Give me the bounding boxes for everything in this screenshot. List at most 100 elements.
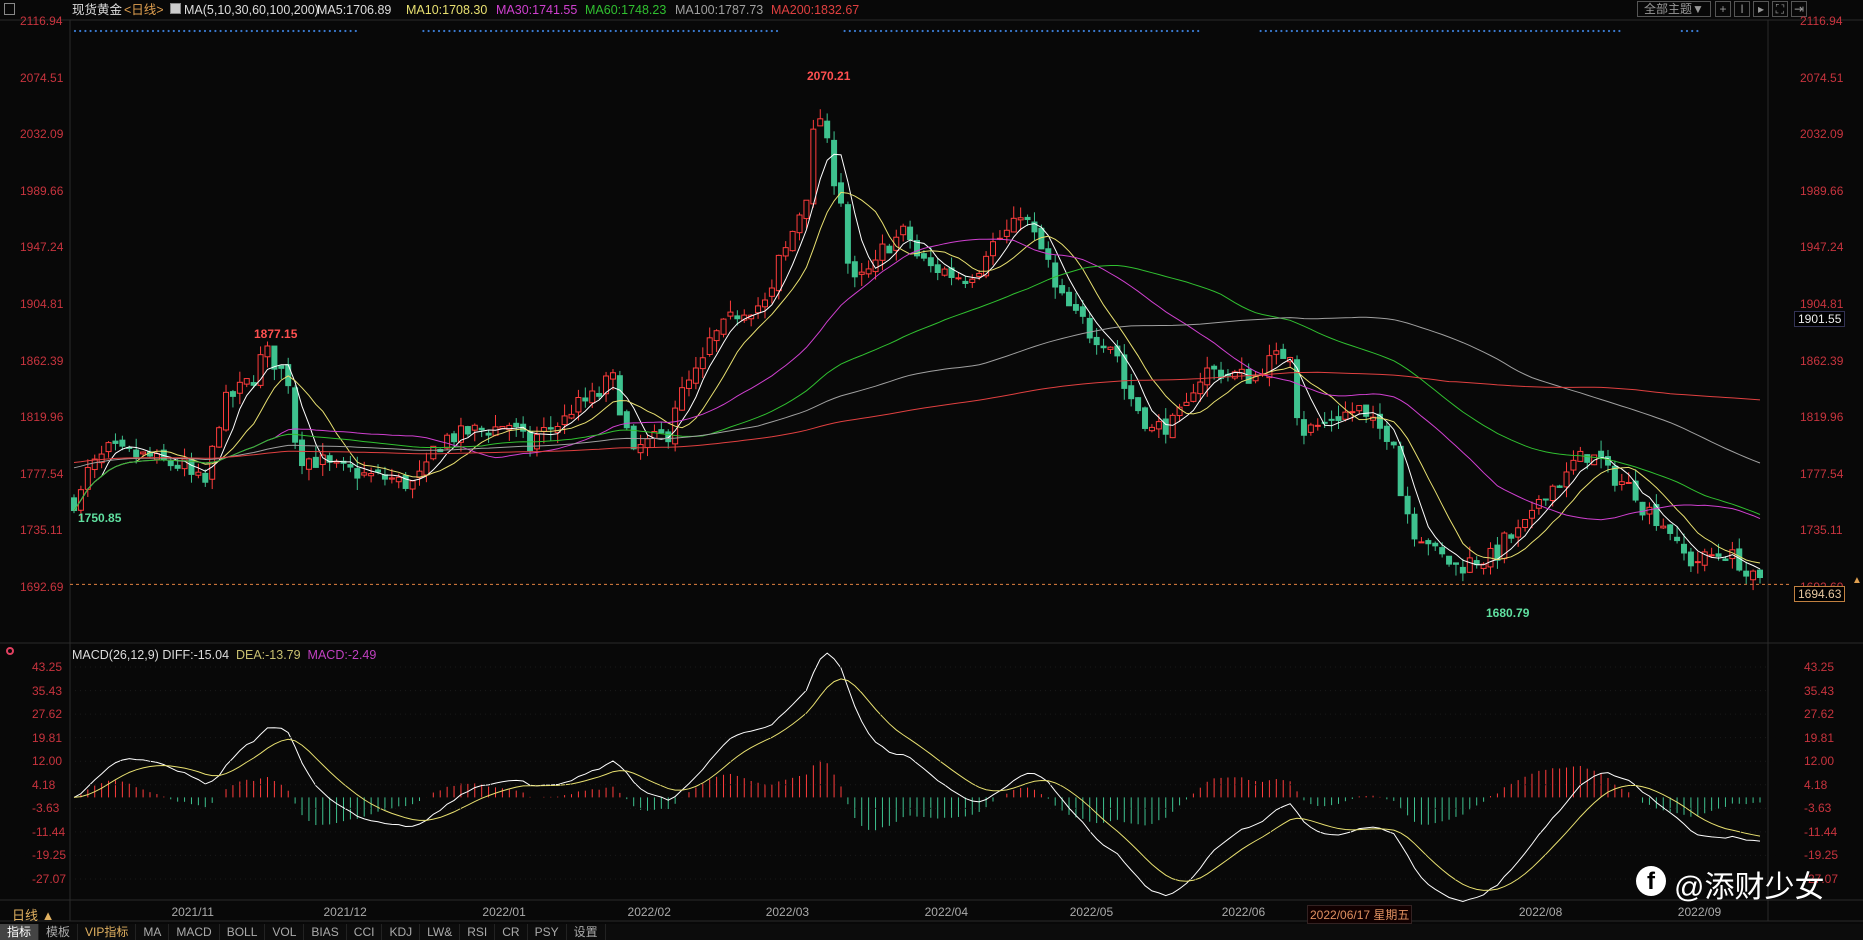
candle-body	[1466, 557, 1473, 573]
candle-body	[582, 397, 589, 402]
tab-1[interactable]: 模板	[39, 924, 79, 940]
period-selector[interactable]: 日线 ▲	[12, 905, 54, 924]
ma60-value: MA60:1748.23	[585, 3, 667, 17]
play-icon[interactable]: ▸	[1753, 1, 1769, 17]
macd-header: MACD(26,12,9) DIFF:-15.04 DEA:-13.79 MAC…	[72, 648, 376, 662]
event-marker	[588, 29, 591, 33]
tab-6[interactable]: VOL	[265, 924, 305, 940]
event-marker	[1337, 29, 1340, 33]
candle-body	[1708, 554, 1715, 557]
candlestick-chart[interactable]	[0, 0, 1863, 940]
event-marker	[328, 29, 331, 33]
event-marker	[443, 29, 446, 33]
event-marker	[276, 29, 279, 33]
event-marker	[1555, 29, 1559, 33]
candle-body	[112, 440, 119, 444]
candle-body	[761, 299, 768, 308]
event-marker	[183, 29, 186, 33]
candle-body	[962, 280, 969, 285]
event-marker	[661, 29, 664, 33]
event-marker	[1332, 29, 1335, 33]
event-marker	[1316, 29, 1319, 33]
event-marker	[1004, 29, 1007, 33]
candle-body	[1404, 495, 1411, 515]
event-marker	[1113, 29, 1117, 33]
event-marker	[635, 29, 638, 33]
theme-dropdown[interactable]: 全部主题▼	[1637, 1, 1711, 17]
annotation-start-low: 1750.85	[78, 511, 122, 525]
tab-12[interactable]: CR	[495, 924, 528, 940]
event-marker	[1176, 29, 1179, 33]
candle-body	[1411, 513, 1418, 540]
event-marker	[869, 29, 872, 33]
tab-8[interactable]: CCI	[347, 924, 383, 940]
indicator-settings-icon[interactable]	[170, 3, 181, 14]
event-marker	[1524, 29, 1527, 33]
event-marker	[885, 29, 888, 33]
event-marker	[141, 29, 144, 33]
price-axis-label-right: 1989.66	[1800, 183, 1844, 198]
candle-body	[976, 272, 983, 277]
candle-body	[1528, 509, 1535, 519]
event-marker	[1602, 29, 1605, 33]
tab-14[interactable]: 设置	[567, 924, 606, 940]
tab-11[interactable]: RSI	[460, 924, 496, 940]
event-marker	[1353, 29, 1356, 33]
candle-body	[361, 472, 368, 476]
zoom-range-icon[interactable]: I	[1734, 1, 1750, 17]
period-tag[interactable]: <日线>	[124, 1, 164, 19]
event-marker	[1545, 29, 1548, 33]
tab-13[interactable]: PSY	[528, 924, 567, 940]
event-marker	[931, 29, 935, 33]
date-axis-label: 2022/06	[1221, 905, 1266, 919]
candle-body	[713, 330, 720, 342]
event-marker	[1082, 29, 1085, 33]
macd-axis-label-right: -11.44	[1804, 824, 1838, 839]
event-marker	[687, 29, 690, 33]
event-marker	[1597, 29, 1600, 33]
candle-body	[1556, 485, 1563, 488]
event-marker	[1696, 29, 1699, 33]
event-marker	[1072, 29, 1075, 33]
tab-9[interactable]: KDJ	[382, 924, 421, 940]
event-marker	[1457, 29, 1460, 33]
event-marker	[1191, 29, 1195, 33]
tab-5[interactable]: BOLL	[220, 924, 266, 940]
candle-body	[1618, 481, 1625, 486]
ma30-value: MA30:1741.55	[496, 3, 578, 17]
panel-toggle-icon[interactable]	[4, 3, 15, 15]
crosshair-icon[interactable]: +	[1715, 1, 1731, 17]
candle-body	[451, 433, 458, 443]
candle-body	[1425, 540, 1432, 545]
event-marker	[1030, 29, 1033, 33]
event-marker	[1280, 29, 1283, 33]
tab-0[interactable]: 指标	[0, 924, 40, 940]
event-marker	[209, 29, 212, 33]
event-marker	[1540, 29, 1543, 33]
candle-body	[167, 460, 174, 467]
tab-4[interactable]: MACD	[169, 924, 220, 940]
candle-body	[1632, 480, 1639, 501]
event-marker	[879, 29, 883, 33]
instrument-title: 现货黄金	[72, 3, 123, 17]
candle-body	[1674, 536, 1681, 542]
tab-2[interactable]: VIP指标	[78, 924, 137, 940]
date-axis-label: 2022/05	[1069, 905, 1114, 919]
event-marker	[1472, 29, 1475, 33]
candle-body	[810, 128, 817, 205]
candle-body	[575, 397, 582, 413]
event-marker	[775, 29, 779, 33]
tab-10[interactable]: LW&	[420, 924, 461, 940]
event-marker	[547, 29, 550, 33]
tab-3[interactable]: MA	[136, 924, 170, 940]
event-marker	[157, 29, 160, 33]
fullscreen-icon[interactable]: ⛶	[1772, 1, 1788, 17]
macd-settings-icon[interactable]	[6, 647, 14, 655]
candle-body	[1363, 404, 1370, 417]
candle-body	[1142, 407, 1149, 429]
candle-body	[1383, 425, 1390, 442]
candle-body	[1667, 524, 1674, 534]
tab-7[interactable]: BIAS	[304, 924, 347, 940]
event-marker	[323, 29, 326, 33]
macd-axis-label-left: -27.07	[32, 872, 67, 886]
